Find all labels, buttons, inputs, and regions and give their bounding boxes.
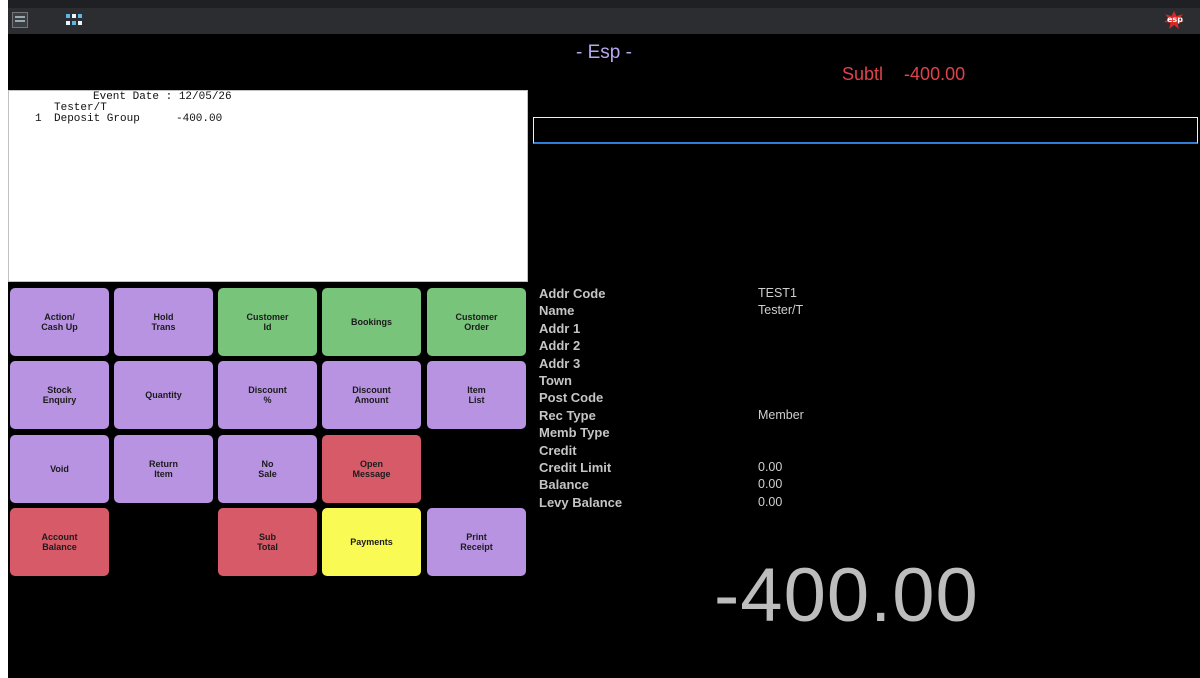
detail-row-addr-3: Addr 3 [539, 356, 939, 373]
detail-label: Addr 1 [539, 320, 581, 336]
customer-id-button[interactable]: Customer Id [218, 288, 317, 356]
subtotal-display: Subtl -400.00 [842, 64, 965, 85]
subtotal-label: Subtl [842, 64, 884, 84]
customer-order-button[interactable]: Customer Order [427, 288, 526, 356]
detail-row-balance: Balance 0.00 [539, 477, 939, 494]
detail-value: 0.00 [758, 477, 783, 492]
detail-value: Tester/T [758, 303, 804, 318]
detail-label: Credit Limit [539, 459, 612, 475]
void-button[interactable]: Void [10, 435, 109, 503]
customer-details: Addr Code TEST1 Name Tester/T Addr 1 Addr … [539, 286, 939, 512]
esp-logo-icon: esp [1164, 11, 1184, 29]
detail-value: 0.00 [758, 494, 783, 509]
detail-row-addr-1: Addr 1 [539, 321, 939, 338]
detail-row-addr-2: Addr 2 [539, 338, 939, 355]
no-sale-button[interactable]: No Sale [218, 435, 317, 503]
detail-value: Member [758, 407, 804, 422]
detail-label: Levy Balance [539, 494, 623, 510]
detail-label: Balance [539, 477, 589, 493]
hold-trans-button[interactable]: Hold Trans [114, 288, 213, 356]
receipt-event-date: Event Date : 12/05/26 [93, 91, 232, 103]
detail-label: Credit [539, 442, 577, 458]
detail-row-credit: Credit [539, 443, 939, 460]
pos-main: - Esp - Subtl -400.00 Event Date : 12/05… [8, 34, 1200, 678]
detail-row-rec-type: Rec Type Member [539, 408, 939, 425]
discount-percent-button[interactable]: Discount % [218, 361, 317, 429]
detail-label: Addr Code [539, 286, 606, 301]
receipt-item-qty: 1 [35, 113, 42, 125]
print-receipt-button[interactable]: Print Receipt [427, 508, 526, 576]
return-item-button[interactable]: Return Item [114, 435, 213, 503]
receipt-item-amount: -400.00 [176, 113, 223, 125]
bookings-button[interactable]: Bookings [322, 288, 421, 356]
detail-row-memb-type: Memb Type [539, 425, 939, 442]
detail-row-credit-limit: Credit Limit 0.00 [539, 460, 939, 477]
entry-input[interactable] [533, 117, 1198, 144]
account-balance-button[interactable]: Account Balance [10, 508, 109, 576]
stock-enquiry-button[interactable]: Stock Enquiry [10, 361, 109, 429]
detail-row-name: Name Tester/T [539, 303, 939, 320]
receipt-panel[interactable]: Event Date : 12/05/26 Tester/T 1 Deposit… [8, 90, 528, 282]
subtotal-value: -400.00 [904, 64, 966, 84]
detail-label: Post Code [539, 390, 604, 406]
grid-apps-icon[interactable] [66, 14, 82, 26]
receipt-item-desc: Deposit Group [54, 113, 140, 125]
detail-row-addr-code: Addr Code TEST1 [539, 286, 939, 303]
detail-label: Name [539, 303, 575, 319]
detail-label: Addr 2 [539, 338, 581, 354]
detail-label: Town [539, 372, 572, 388]
detail-label: Addr 3 [539, 355, 581, 371]
detail-row-town: Town [539, 373, 939, 390]
app-title: - Esp - [576, 42, 632, 63]
payments-button[interactable]: Payments [322, 508, 421, 576]
detail-value: TEST1 [758, 286, 797, 300]
detail-value: 0.00 [758, 459, 783, 474]
total-display: -400.00 [714, 553, 979, 638]
discount-amount-button[interactable]: Discount Amount [322, 361, 421, 429]
detail-row-post-code: Post Code [539, 390, 939, 407]
open-message-button[interactable]: Open Message [322, 435, 421, 503]
esp-logo-text: esp [1167, 15, 1183, 24]
action-cash-up-button[interactable]: Action/ Cash Up [10, 288, 109, 356]
top-toolbar: esp [8, 8, 1200, 34]
detail-label: Memb Type [539, 425, 610, 441]
left-edge [0, 0, 8, 678]
detail-label: Rec Type [539, 407, 596, 423]
detail-row-levy-balance: Levy Balance 0.00 [539, 495, 939, 512]
item-list-button[interactable]: Item List [427, 361, 526, 429]
quantity-button[interactable]: Quantity [114, 361, 213, 429]
window-menu-icon[interactable] [12, 12, 28, 28]
sub-total-button[interactable]: Sub Total [218, 508, 317, 576]
